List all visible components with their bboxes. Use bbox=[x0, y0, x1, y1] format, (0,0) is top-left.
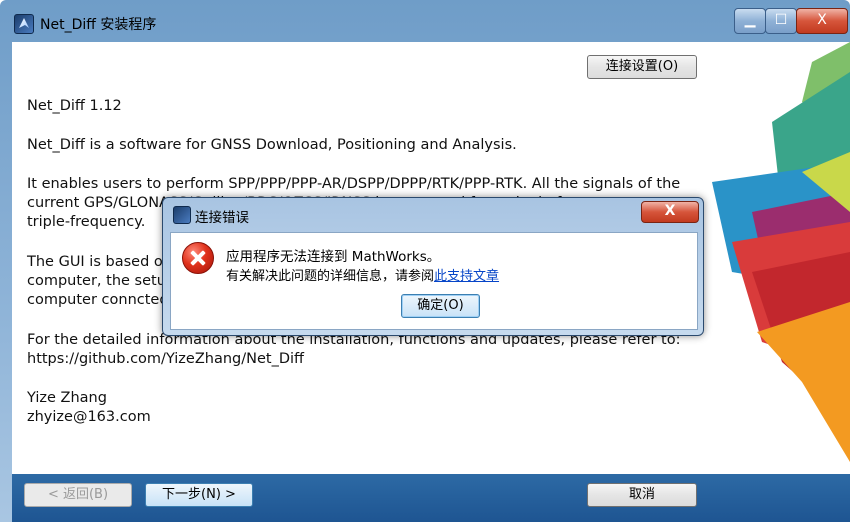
error-icon bbox=[182, 242, 214, 274]
connection-error-dialog: 连接错误 X 应用程序无法连接到 MathWorks。 有关解决此问题的详细信息… bbox=[162, 197, 704, 336]
error-detail: 有关解决此问题的详细信息，请参阅此支持文章 bbox=[226, 265, 499, 284]
author-email: zhyize@163.com bbox=[27, 409, 151, 425]
back-button[interactable]: < 返回(B) bbox=[24, 483, 132, 507]
ok-button[interactable]: 确定(O) bbox=[401, 294, 480, 318]
app-icon bbox=[14, 14, 34, 34]
close-button[interactable]: X bbox=[796, 8, 848, 34]
version-text: Net_Diff 1.12 bbox=[27, 98, 122, 114]
minimize-button[interactable]: ▁ bbox=[734, 8, 766, 34]
features-line-3: triple-frequency. bbox=[27, 214, 146, 230]
title-bar[interactable]: Net_Diff 安装程序 ▁ ☐ X bbox=[0, 0, 850, 42]
connection-settings-button[interactable]: 连接设置(O) bbox=[587, 55, 697, 79]
description-text: Net_Diff is a software for GNSS Download… bbox=[27, 137, 517, 153]
window-title: Net_Diff 安装程序 bbox=[40, 17, 157, 33]
app-icon bbox=[173, 206, 191, 224]
author-name: Yize Zhang bbox=[27, 390, 107, 406]
next-button[interactable]: 下一步(N) > bbox=[145, 483, 253, 507]
footer-bar: < 返回(B) 下一步(N) > 取消 bbox=[12, 474, 850, 522]
error-message: 应用程序无法连接到 MathWorks。 bbox=[226, 249, 441, 265]
dialog-title: 连接错误 bbox=[195, 210, 249, 226]
features-line-1: It enables users to perform SPP/PPP/PPP-… bbox=[27, 176, 681, 192]
github-url: https://github.com/YizeZhang/Net_Diff bbox=[27, 351, 305, 367]
cancel-button[interactable]: 取消 bbox=[587, 483, 697, 507]
error-detail-text: 有关解决此问题的详细信息，请参阅 bbox=[226, 269, 435, 284]
maximize-button[interactable]: ☐ bbox=[765, 8, 797, 34]
dialog-close-button[interactable]: X bbox=[641, 201, 699, 223]
dialog-body: 应用程序无法连接到 MathWorks。 有关解决此问题的详细信息，请参阅此支持… bbox=[170, 232, 698, 330]
support-article-link[interactable]: 此支持文章 bbox=[434, 269, 499, 284]
